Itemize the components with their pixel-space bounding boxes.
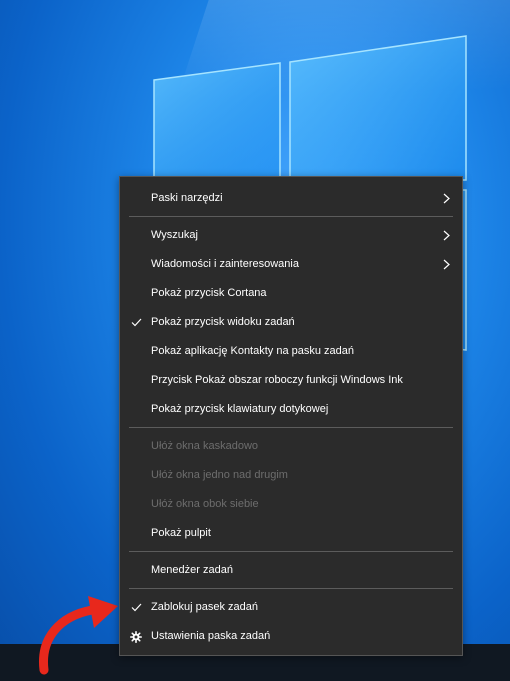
menu-item-label: Pokaż przycisk Cortana bbox=[151, 287, 267, 299]
menu-item-task-manager[interactable]: Menedżer zadań bbox=[120, 556, 462, 585]
menu-item-label: Pokaż przycisk widoku zadań bbox=[151, 316, 295, 328]
menu-item-label: Pokaż przycisk klawiatury dotykowej bbox=[151, 403, 329, 415]
menu-item-news-interests[interactable]: Wiadomości i zainteresowania bbox=[120, 250, 462, 279]
gear-icon bbox=[129, 622, 143, 651]
menu-item-show-desktop[interactable]: Pokaż pulpit bbox=[120, 519, 462, 548]
menu-separator bbox=[129, 588, 453, 589]
menu-separator bbox=[129, 551, 453, 552]
checkmark-icon bbox=[129, 308, 143, 337]
menu-item-label: Ułóż okna jedno nad drugim bbox=[151, 469, 288, 481]
chevron-right-icon bbox=[440, 250, 452, 279]
menu-item-label: Ułóż okna kaskadowo bbox=[151, 440, 259, 452]
menu-item-label: Wyszukaj bbox=[151, 229, 198, 241]
menu-item-show-people[interactable]: Pokaż aplikację Kontakty na pasku zadań bbox=[120, 337, 462, 366]
menu-item-label: Pokaż aplikację Kontakty na pasku zadań bbox=[151, 345, 355, 357]
menu-separator bbox=[129, 427, 453, 428]
checkmark-icon bbox=[129, 593, 143, 622]
menu-item-label: Ułóż okna obok siebie bbox=[151, 498, 259, 510]
menu-item-label: Zablokuj pasek zadań bbox=[151, 601, 259, 613]
menu-separator bbox=[129, 216, 453, 217]
menu-item-label: Ustawienia paska zadań bbox=[151, 630, 271, 642]
menu-item-label: Paski narzędzi bbox=[151, 192, 223, 204]
red-arrow-icon bbox=[39, 596, 118, 675]
menu-item-stacked: Ułóż okna jedno nad drugim bbox=[120, 461, 462, 490]
menu-item-show-windows-ink[interactable]: Przycisk Pokaż obszar roboczy funkcji Wi… bbox=[120, 366, 462, 395]
menu-item-show-touch-keyboard[interactable]: Pokaż przycisk klawiatury dotykowej bbox=[120, 395, 462, 424]
menu-item-label: Wiadomości i zainteresowania bbox=[151, 258, 299, 270]
taskbar-context-menu: Paski narzędzi Wyszukaj Wiadomości i zai… bbox=[119, 176, 463, 656]
menu-item-search[interactable]: Wyszukaj bbox=[120, 221, 462, 250]
menu-item-label: Menedżer zadań bbox=[151, 564, 233, 576]
menu-item-lock-taskbar[interactable]: Zablokuj pasek zadań bbox=[120, 593, 462, 622]
chevron-right-icon bbox=[440, 221, 452, 250]
menu-item-label: Przycisk Pokaż obszar roboczy funkcji Wi… bbox=[151, 374, 403, 386]
menu-item-side-by-side: Ułóż okna obok siebie bbox=[120, 490, 462, 519]
chevron-right-icon bbox=[440, 184, 452, 213]
menu-item-label: Pokaż pulpit bbox=[151, 527, 211, 539]
menu-item-taskbar-settings[interactable]: Ustawienia paska zadań bbox=[120, 622, 462, 651]
menu-item-toolbars[interactable]: Paski narzędzi bbox=[120, 184, 462, 213]
menu-item-show-task-view[interactable]: Pokaż przycisk widoku zadań bbox=[120, 308, 462, 337]
menu-item-cascade: Ułóż okna kaskadowo bbox=[120, 432, 462, 461]
menu-item-show-cortana[interactable]: Pokaż przycisk Cortana bbox=[120, 279, 462, 308]
